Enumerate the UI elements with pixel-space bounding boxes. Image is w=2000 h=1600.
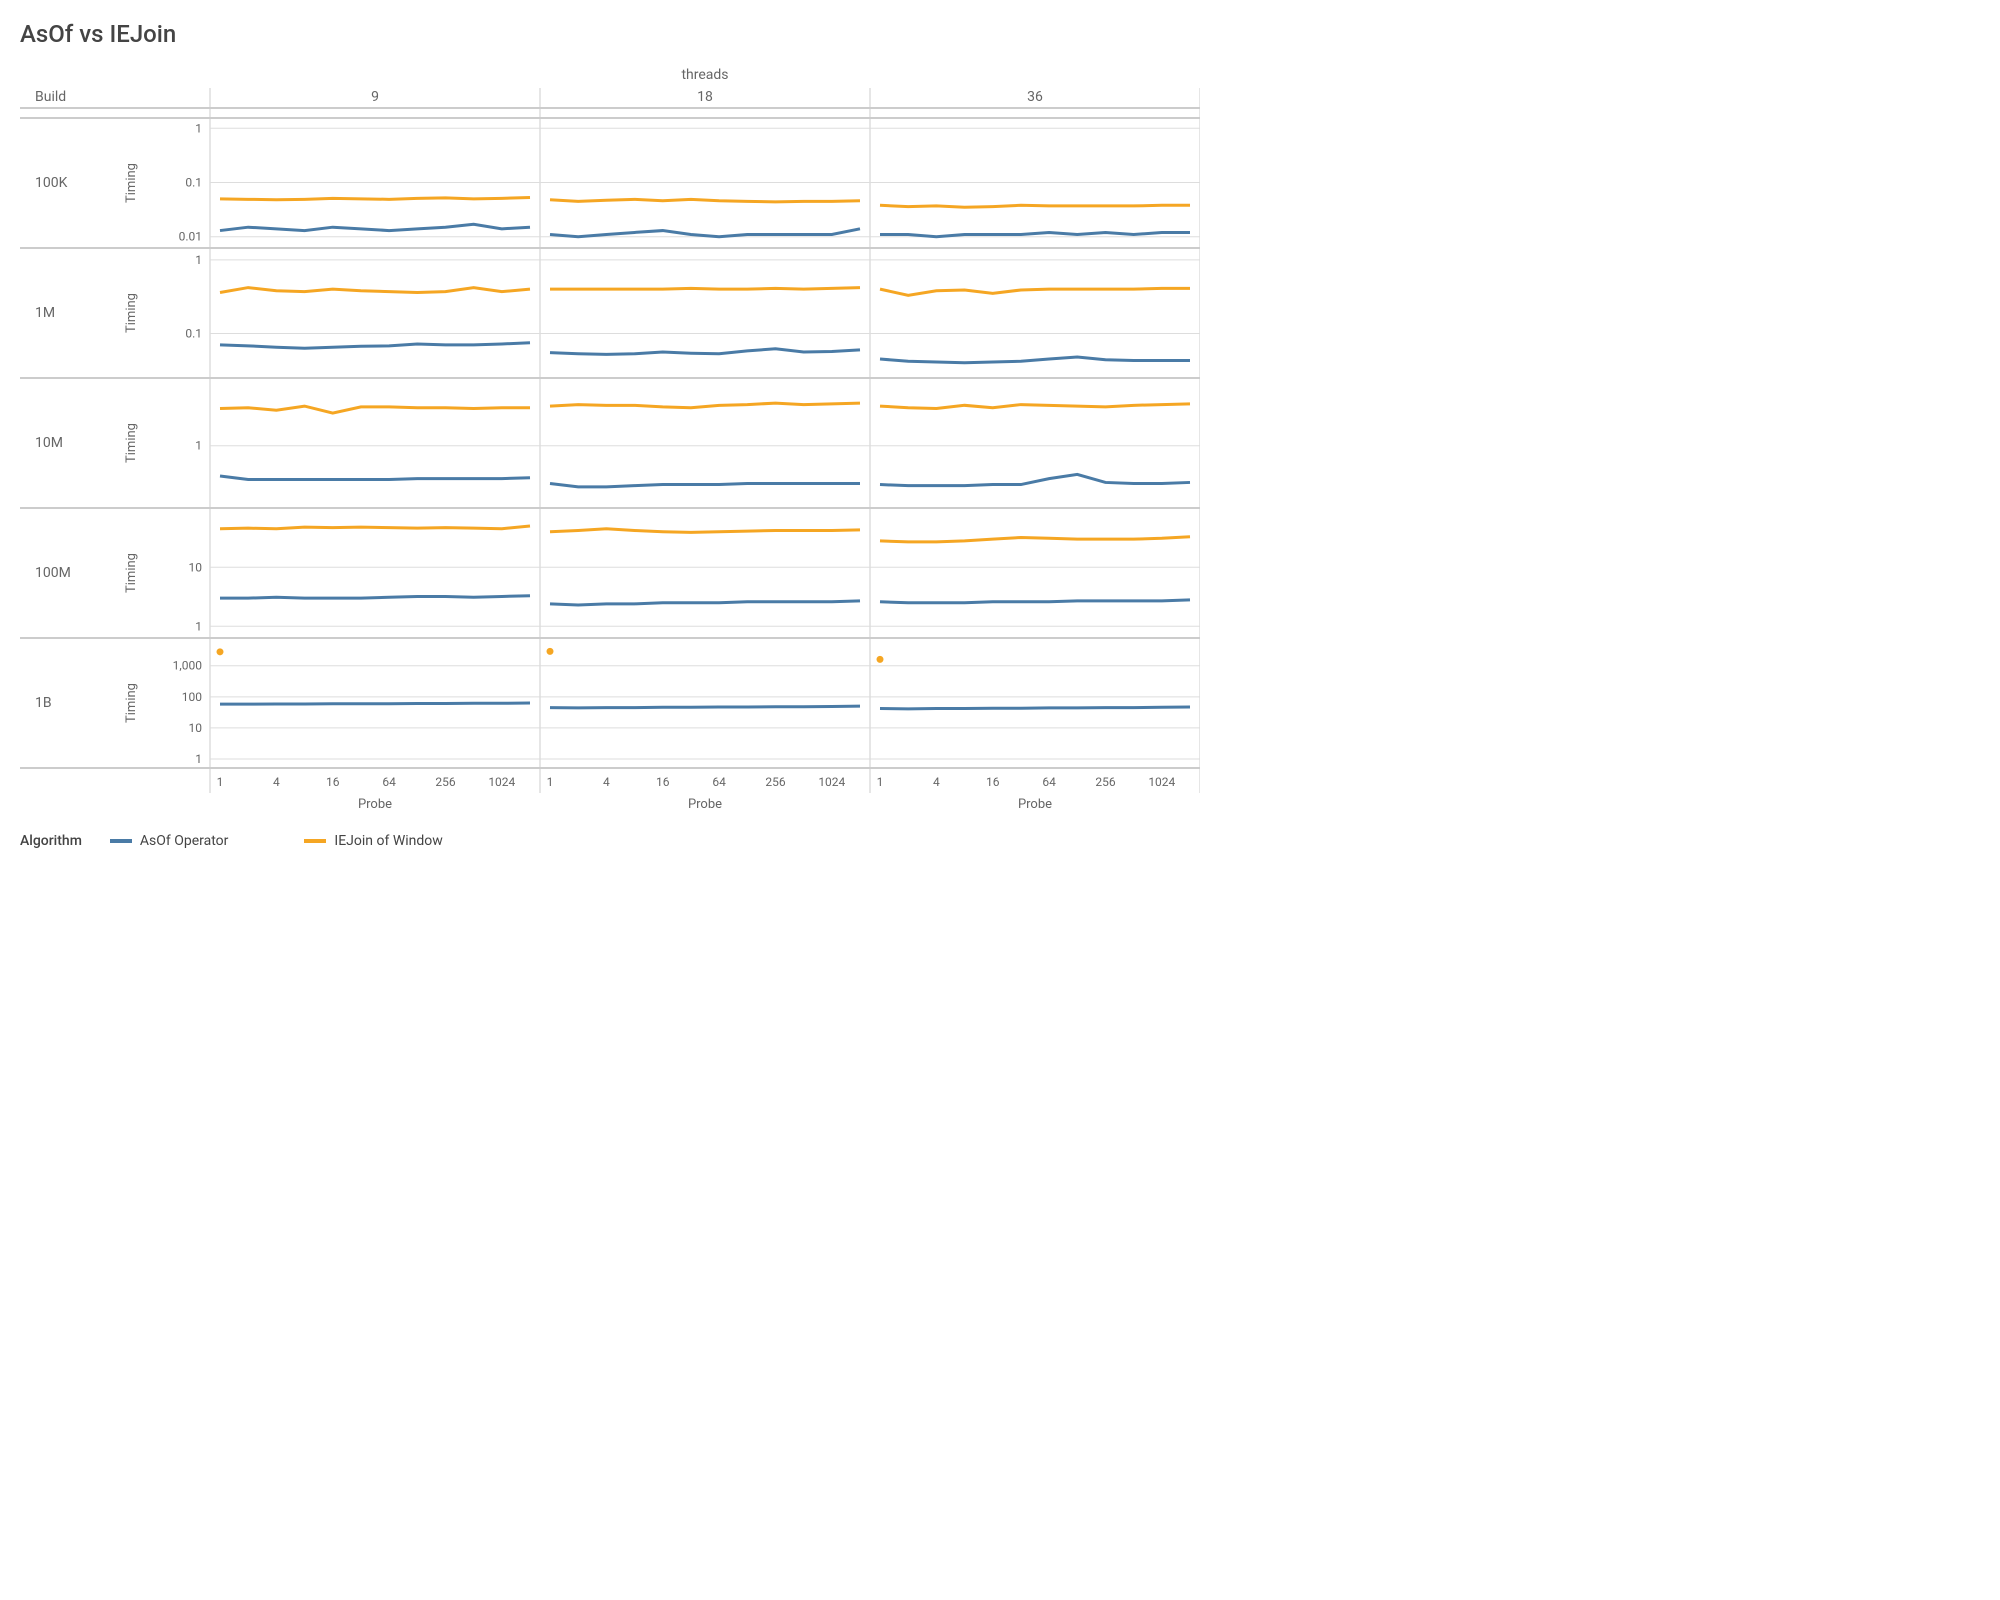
svg-text:36: 36 — [1027, 89, 1043, 105]
svg-text:4: 4 — [273, 775, 280, 789]
svg-text:100M: 100M — [35, 565, 71, 581]
svg-text:0.1: 0.1 — [185, 326, 202, 340]
svg-text:0.1: 0.1 — [185, 176, 202, 190]
svg-text:1: 1 — [217, 775, 224, 789]
svg-text:Timing: Timing — [124, 163, 139, 203]
svg-text:Probe: Probe — [688, 797, 722, 812]
svg-text:1024: 1024 — [818, 775, 845, 789]
svg-text:100: 100 — [182, 690, 202, 704]
svg-text:1024: 1024 — [488, 775, 515, 789]
svg-text:1: 1 — [877, 775, 884, 789]
legend: Algorithm AsOf Operator IEJoin of Window — [20, 833, 1980, 849]
page-title: AsOf vs IEJoin — [20, 20, 1980, 48]
svg-text:64: 64 — [382, 775, 396, 789]
svg-text:1: 1 — [195, 752, 202, 766]
svg-text:1024: 1024 — [1148, 775, 1175, 789]
svg-text:Timing: Timing — [124, 683, 139, 723]
legend-label-asof: AsOf Operator — [140, 833, 229, 849]
svg-text:1B: 1B — [35, 695, 52, 711]
svg-text:10M: 10M — [35, 435, 63, 451]
svg-text:256: 256 — [1095, 775, 1115, 789]
svg-text:1: 1 — [195, 121, 202, 135]
svg-text:100K: 100K — [35, 175, 68, 191]
legend-title: Algorithm — [20, 833, 82, 849]
svg-text:4: 4 — [933, 775, 940, 789]
svg-text:Timing: Timing — [124, 293, 139, 333]
svg-text:Timing: Timing — [124, 423, 139, 463]
svg-text:16: 16 — [326, 775, 340, 789]
svg-text:0.01: 0.01 — [179, 230, 202, 244]
svg-text:10: 10 — [189, 721, 203, 735]
svg-text:4: 4 — [603, 775, 610, 789]
svg-text:16: 16 — [656, 775, 670, 789]
svg-text:1: 1 — [195, 439, 202, 453]
svg-text:1: 1 — [547, 775, 554, 789]
svg-text:1: 1 — [195, 253, 202, 267]
svg-text:1: 1 — [195, 619, 202, 633]
svg-text:9: 9 — [371, 89, 379, 105]
svg-text:64: 64 — [712, 775, 726, 789]
legend-swatch-asof — [110, 839, 132, 843]
svg-text:1M: 1M — [35, 305, 55, 321]
svg-text:10: 10 — [189, 560, 203, 574]
svg-text:1,000: 1,000 — [173, 659, 203, 673]
svg-text:256: 256 — [765, 775, 785, 789]
svg-text:18: 18 — [697, 89, 713, 105]
svg-text:64: 64 — [1042, 775, 1056, 789]
svg-text:16: 16 — [986, 775, 1000, 789]
facet-grid-svg: threads 9 18 36 Build 100K Timing 1 0.1 0.01 1M Tim… — [20, 63, 1200, 823]
svg-text:Timing: Timing — [124, 553, 139, 593]
svg-text:Probe: Probe — [358, 797, 392, 812]
svg-text:256: 256 — [435, 775, 455, 789]
svg-text:threads: threads — [681, 67, 728, 83]
legend-swatch-iej — [304, 839, 326, 843]
legend-label-iej: IEJoin of Window — [334, 833, 442, 849]
svg-text:Probe: Probe — [1018, 797, 1052, 812]
chart-container: threads 9 18 36 Build 100K Timing 1 0.1 0.01 1M Tim… — [20, 63, 1980, 823]
svg-text:Build: Build — [35, 89, 66, 105]
